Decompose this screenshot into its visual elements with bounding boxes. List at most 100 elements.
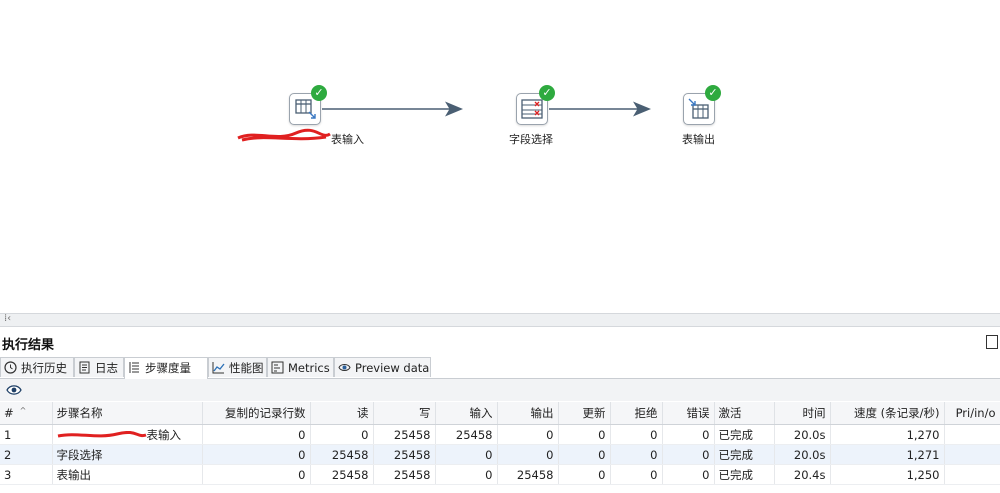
cell-errors: 0 <box>662 464 715 485</box>
table-header-row: # ^ 步骤名称 复制的记录行数 读 写 输入 输出 更新 拒绝 错误 激活 时间… <box>0 402 1000 425</box>
scroll-left-icon[interactable]: ⁞‹ <box>4 313 11 324</box>
step-select-values[interactable]: ✓ <box>516 85 555 129</box>
column-header[interactable]: 错误 <box>662 402 715 425</box>
column-header[interactable]: 输出 <box>497 402 559 425</box>
tab-label: 日志 <box>95 361 118 375</box>
cell-read: 25458 <box>310 464 374 485</box>
column-header[interactable]: 拒绝 <box>610 402 663 425</box>
maximize-icon[interactable] <box>986 335 998 349</box>
step-label-table-output: 表输出 <box>682 133 715 146</box>
cell-copied: 0 <box>202 444 311 465</box>
tab-preview-data[interactable]: Preview data <box>334 357 431 377</box>
cell-updated: 0 <box>558 424 611 445</box>
cell-rejected: 0 <box>610 464 663 485</box>
redaction-scribble <box>57 430 146 437</box>
tab-label: Preview data <box>355 361 430 375</box>
column-header[interactable]: 时间 <box>774 402 831 425</box>
cell-pri <box>944 424 1000 445</box>
tab-label: 性能图 <box>229 361 264 375</box>
cell-errors: 0 <box>662 444 715 465</box>
cell-input: 0 <box>435 464 498 485</box>
cell-input: 0 <box>435 444 498 465</box>
step-label-table-input: 表输入 <box>331 133 364 146</box>
cell-active: 已完成 <box>714 444 775 465</box>
cell-num: 3 <box>0 464 53 485</box>
cell-output: 25458 <box>497 464 559 485</box>
tab-label: 步骤度量 <box>145 361 191 375</box>
column-header[interactable]: 复制的记录行数 <box>202 402 311 425</box>
cell-time: 20.4s <box>774 464 831 485</box>
tab-log[interactable]: 日志 <box>74 357 124 377</box>
eye-icon <box>338 364 351 371</box>
tab-step-metrics[interactable]: 步骤度量 <box>124 357 208 379</box>
cell-updated: 0 <box>558 444 611 465</box>
eye-icon[interactable] <box>6 384 22 396</box>
hop-layer <box>322 101 651 117</box>
check-circle-icon: ✓ <box>539 85 555 101</box>
cell-written: 25458 <box>373 424 436 445</box>
cell-rejected: 0 <box>610 444 663 465</box>
redaction-scribble <box>237 128 331 142</box>
results-toolbar <box>0 379 1000 401</box>
column-header[interactable]: Pri/in/o <box>944 402 1000 425</box>
cell-rejected: 0 <box>610 424 663 445</box>
cell-speed: 1,270 <box>830 424 945 445</box>
cell-time: 20.0s <box>774 444 831 465</box>
cell-read: 25458 <box>310 444 374 465</box>
tab-execution-history[interactable]: 执行历史 <box>0 357 74 377</box>
column-header[interactable]: 读 <box>310 402 374 425</box>
cell-read: 0 <box>310 424 374 445</box>
cell-output: 0 <box>497 424 559 445</box>
table-row[interactable]: 3 表输出 0 25458 25458 0 25458 0 0 0 已完成 20… <box>0 464 1000 485</box>
tab-performance-graph[interactable]: 性能图 <box>208 357 267 377</box>
column-header[interactable]: # ^ <box>0 402 53 425</box>
check-circle-icon: ✓ <box>705 85 721 101</box>
column-header[interactable]: 更新 <box>558 402 611 425</box>
table-row[interactable]: 2 字段选择 0 25458 25458 0 0 0 0 0 已完成 20.0s… <box>0 444 1000 465</box>
cell-active: 已完成 <box>714 424 775 445</box>
cell-speed: 1,271 <box>830 444 945 465</box>
step-label-select-values: 字段选择 <box>509 133 553 146</box>
step-table-output[interactable]: ✓ <box>683 85 721 129</box>
column-header[interactable]: 写 <box>373 402 436 425</box>
tab-metrics[interactable]: Metrics <box>267 357 334 377</box>
cell-errors: 0 <box>662 424 715 445</box>
cell-step-name: 表输出 <box>52 464 203 485</box>
cell-updated: 0 <box>558 464 611 485</box>
cell-written: 25458 <box>373 464 436 485</box>
cell-num: 2 <box>0 444 53 465</box>
cell-step-name: 表输入 <box>52 424 203 445</box>
results-panel-title: 执行结果 <box>2 338 55 353</box>
cell-output: 0 <box>497 444 559 465</box>
cell-pri <box>944 464 1000 485</box>
cell-copied: 0 <box>202 464 311 485</box>
metrics-icon <box>271 361 284 374</box>
check-circle-icon: ✓ <box>311 85 327 101</box>
column-header[interactable]: 激活 <box>714 402 775 425</box>
column-header[interactable]: 输入 <box>435 402 498 425</box>
step-metrics-icon <box>129 362 139 373</box>
cell-pri <box>944 444 1000 465</box>
cell-num: 1 <box>0 424 53 445</box>
sort-ascending-icon: ^ <box>19 406 27 415</box>
log-icon <box>79 361 90 374</box>
clock-icon <box>4 361 17 374</box>
cell-speed: 1,250 <box>830 464 945 485</box>
chart-icon <box>212 362 225 374</box>
tab-label: 执行历史 <box>21 361 67 375</box>
cell-copied: 0 <box>202 424 311 445</box>
cell-input: 25458 <box>435 424 498 445</box>
tab-label: Metrics <box>288 361 330 375</box>
transformation-canvas[interactable]: ✓ 表输入 ✓ 字段选择 ✓ 表输出 <box>0 0 1000 313</box>
cell-active: 已完成 <box>714 464 775 485</box>
step-table-input[interactable]: ✓ <box>289 85 327 129</box>
canvas-horizontal-scrollbar[interactable]: ⁞‹ <box>0 313 1000 327</box>
cell-time: 20.0s <box>774 424 831 445</box>
column-header[interactable]: 步骤名称 <box>52 402 203 425</box>
results-tab-bar: 执行历史 日志 步骤度量 性能图 Metrics Preview data <box>0 357 1000 379</box>
cell-written: 25458 <box>373 444 436 465</box>
cell-step-name: 字段选择 <box>52 444 203 465</box>
table-row[interactable]: 1 表输入 0 0 25458 25458 0 0 0 0 已完成 20.0s … <box>0 424 1000 445</box>
column-header[interactable]: 速度 (条记录/秒) <box>830 402 945 425</box>
step-metrics-table: # ^ 步骤名称 复制的记录行数 读 写 输入 输出 更新 拒绝 错误 激活 时间… <box>0 402 1000 485</box>
